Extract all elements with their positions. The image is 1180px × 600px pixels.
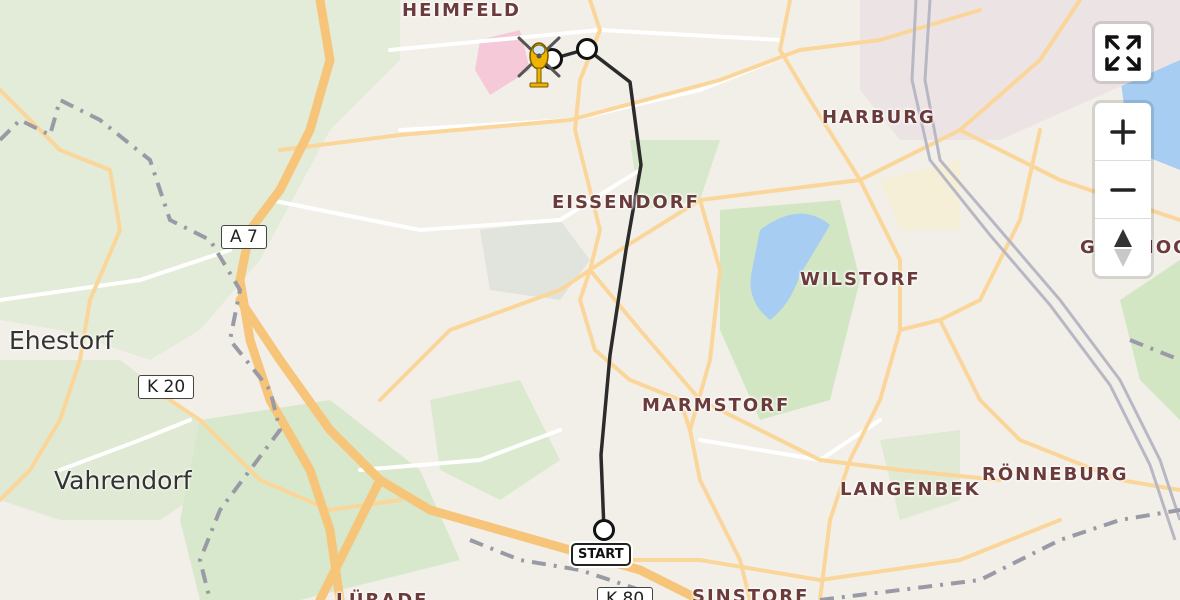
route-start-marker[interactable]: [593, 519, 615, 541]
town-label-vahrendorf: Vahrendorf: [54, 466, 192, 495]
road-shield-a7: A 7: [221, 225, 267, 249]
place-label-langenbek: LANGENBEK: [840, 479, 981, 500]
zoom-out-button[interactable]: [1095, 160, 1151, 218]
fullscreen-control[interactable]: [1095, 24, 1151, 81]
place-label-lurade: LÜRADE: [336, 590, 428, 600]
road-shield-k80: K 80: [597, 587, 654, 600]
compass-button[interactable]: [1095, 218, 1151, 276]
place-label-wilstorf: WILSTORF: [800, 269, 921, 290]
place-label-ronneburg: RÖNNEBURG: [982, 464, 1129, 485]
town-label-ehestorf: Ehestorf: [9, 326, 114, 355]
compass-icon: [1114, 228, 1132, 267]
zoom-control[interactable]: [1095, 103, 1151, 276]
plus-icon: [1110, 118, 1136, 145]
fullscreen-icon: [1105, 34, 1141, 71]
route-layer: [541, 38, 643, 541]
zoom-in-button[interactable]: [1095, 103, 1151, 160]
route-start-label: START: [571, 543, 631, 566]
fullscreen-button[interactable]: [1095, 24, 1151, 81]
minus-icon: [1110, 187, 1136, 192]
road-shield-k20: K 20: [138, 375, 195, 399]
place-label-heimfeld: HEIMFELD: [402, 0, 521, 21]
place-label-eissendorf: EISSENDORF: [552, 192, 700, 213]
route-line: [551, 47, 643, 531]
place-label-marmstorf: MARMSTORF: [642, 395, 791, 416]
place-label-sinstorf: SINSTORF: [692, 586, 810, 600]
place-label-harburg: HARBURG: [822, 107, 936, 128]
map-canvas[interactable]: HEIMFELD HARBURG EISSENDORF WILSTORF MAR…: [0, 0, 1180, 600]
helicopter-icon[interactable]: [515, 30, 563, 92]
route-waypoint-marker[interactable]: [576, 38, 598, 60]
